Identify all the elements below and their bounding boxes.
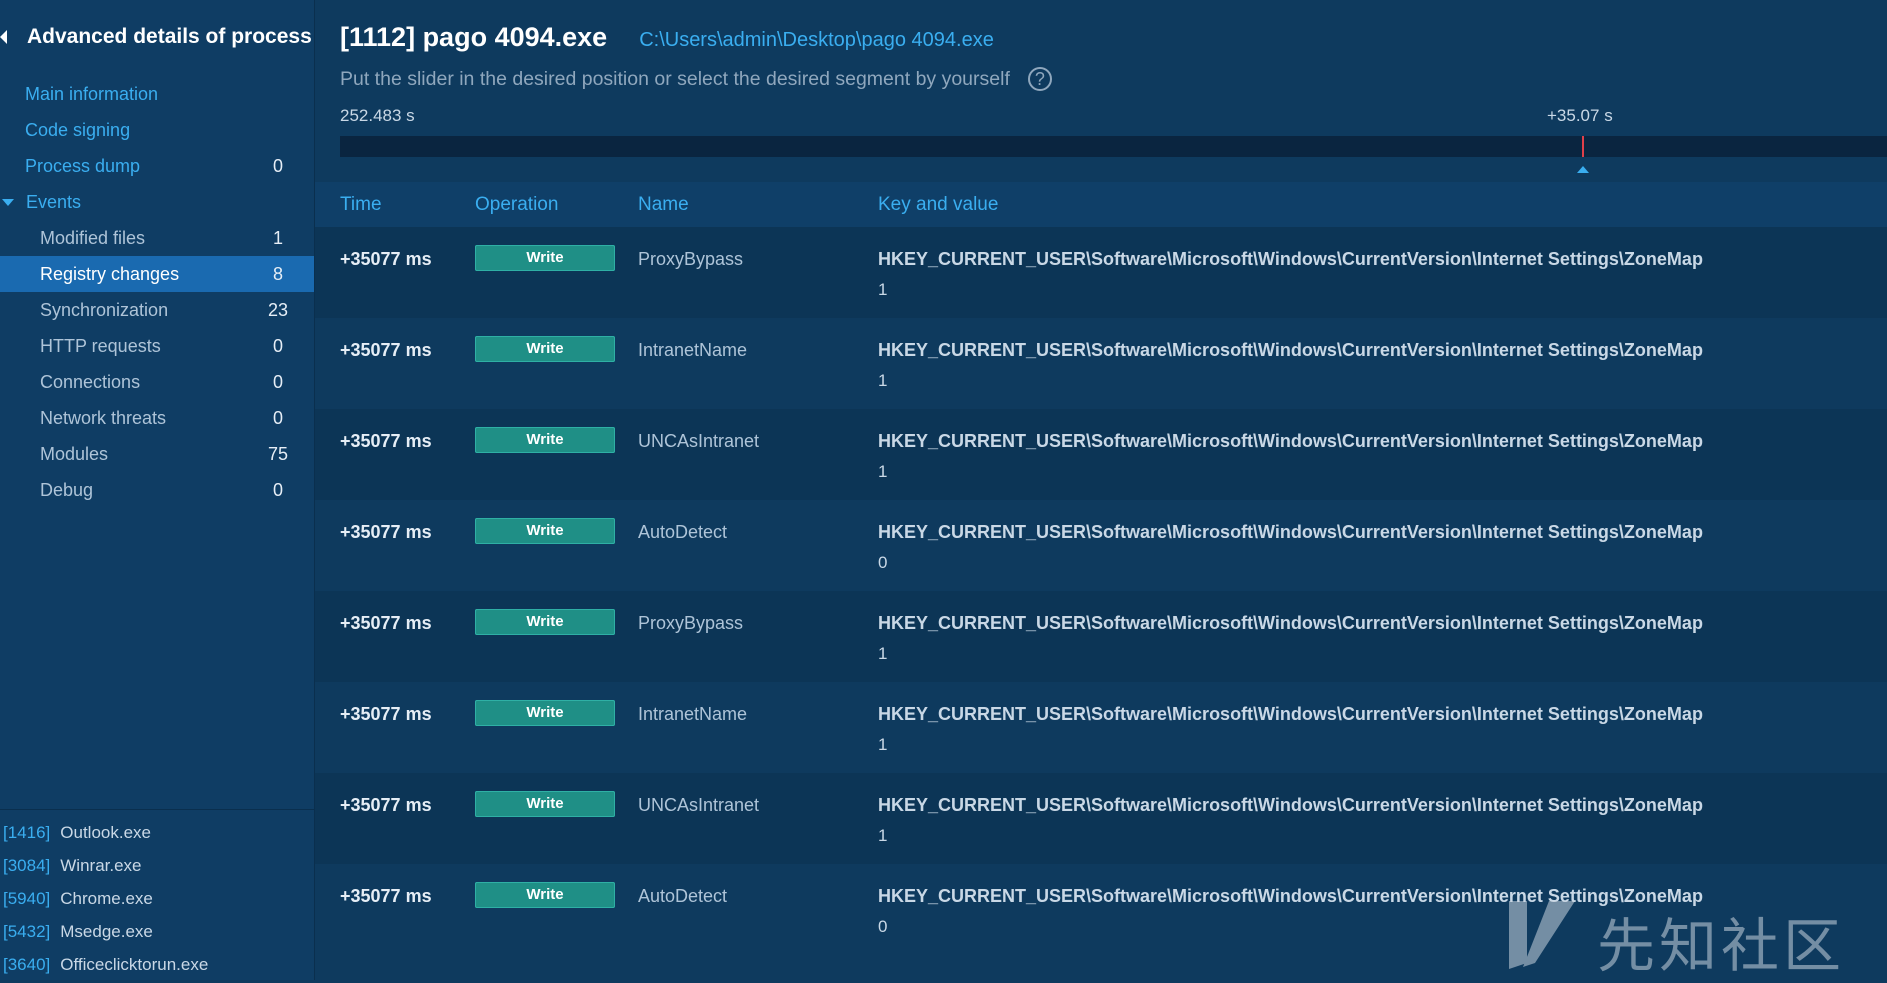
watermark-text: 先知社区 [1597,912,1846,980]
sidebar-item-synchronization[interactable]: Synchronization 23 [0,292,314,328]
column-header-key-and-value[interactable]: Key and value [878,182,998,227]
table-row[interactable]: +35077 ms Write ProxyBypass HKEY_CURRENT… [315,591,1887,682]
process-item-msedge[interactable]: [5432] Msedge.exe [0,917,314,947]
table-row[interactable]: +35077 ms Write UNCAsIntranet HKEY_CURRE… [315,773,1887,864]
sidebar-item-process-dump[interactable]: Process dump 0 [0,148,314,184]
timeline-slider-marker[interactable] [1582,136,1584,157]
sidebar-item-modules[interactable]: Modules 75 [0,436,314,472]
operation-badge: Write [475,336,615,362]
sidebar-item-events[interactable]: Events [0,184,314,220]
sidebar-item-code-signing[interactable]: Code signing [0,112,314,148]
operation-badge: Write [475,518,615,544]
sidebar-divider [0,809,314,810]
operation-badge: Write [475,609,615,635]
operation-badge: Write [475,882,615,908]
sidebar-item-debug[interactable]: Debug 0 [0,472,314,508]
column-header-operation[interactable]: Operation [475,182,558,227]
process-item-outlook[interactable]: [1416] Outlook.exe [0,818,314,848]
column-header-time[interactable]: Time [340,182,382,227]
main-panel: [1112] pago 4094.exe C:\Users\admin\Desk… [315,0,1887,980]
help-icon[interactable]: ? [1027,67,1052,91]
operation-badge: Write [475,245,615,271]
process-item-chrome[interactable]: [5940] Chrome.exe [0,884,314,914]
process-item-officeclicktorun[interactable]: [3640] Officeclicktorun.exe [0,950,314,980]
sidebar-item-main-information[interactable]: Main information [0,76,314,112]
process-path-link[interactable]: C:\Users\admin\Desktop\pago 4094.exe [639,29,994,52]
operation-badge: Write [475,427,615,453]
slider-position-label: +35.07 s [1547,106,1613,125]
sidebar-item-registry-changes[interactable]: Registry changes 8 [0,256,314,292]
column-header-name[interactable]: Name [638,182,689,227]
table-header: Time Operation Name Key and value [315,182,1887,227]
hint-row: Put the slider in the desired position o… [340,64,1052,94]
process-item-winrar[interactable]: [3084] Winrar.exe [0,851,314,881]
sidebar-title: Advanced details of process [27,25,312,48]
sidebar-header[interactable]: Advanced details of process [0,22,314,52]
table-row[interactable]: +35077 ms Write IntranetName HKEY_CURREN… [315,682,1887,773]
table-row[interactable]: +35077 ms Write IntranetName HKEY_CURREN… [315,318,1887,409]
title-row: [1112] pago 4094.exe C:\Users\admin\Desk… [340,22,994,58]
sidebar-item-http-requests[interactable]: HTTP requests 0 [0,328,314,364]
sidebar: Advanced details of process Main informa… [0,0,315,980]
table-row[interactable]: +35077 ms Write ProxyBypass HKEY_CURRENT… [315,227,1887,318]
caret-down-icon[interactable] [2,198,14,206]
watermark-slash-icon [1509,901,1575,969]
operation-badge: Write [475,700,615,726]
sidebar-item-connections[interactable]: Connections 0 [0,364,314,400]
slider-handle-triangle-icon[interactable] [1577,166,1589,173]
sidebar-item-modified-files[interactable]: Modified files 1 [0,220,314,256]
watermark-logo: 先知社区 [1505,893,1875,980]
back-arrow-icon[interactable] [0,30,7,44]
timeline-slider-track[interactable] [340,136,1887,157]
table-row[interactable]: +35077 ms Write UNCAsIntranet HKEY_CURRE… [315,409,1887,500]
process-title: [1112] pago 4094.exe [340,22,608,52]
process-dump-count: 0 [272,155,283,176]
table-row[interactable]: +35077 ms Write AutoDetect HKEY_CURRENT_… [315,500,1887,591]
slider-hint: Put the slider in the desired position o… [340,67,1010,90]
sidebar-item-network-threats[interactable]: Network threats 0 [0,400,314,436]
operation-badge: Write [475,791,615,817]
duration-label: 252.483 s [340,106,415,125]
